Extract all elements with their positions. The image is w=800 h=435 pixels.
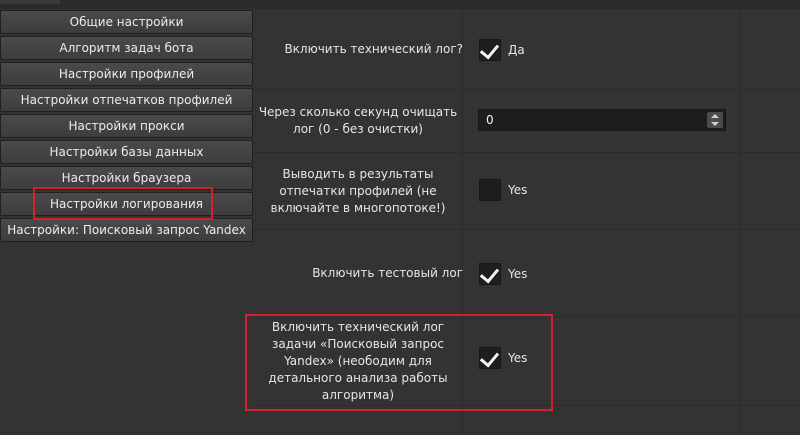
check-icon [479,39,500,60]
highlight-box-task-tech-log [245,314,553,411]
stepper-arrows[interactable] [707,112,723,128]
stepper-value: 0 [486,113,494,127]
chevron-up-icon[interactable] [711,114,719,118]
setting-row-fingerprints: Выводить в результаты отпечатки профилей… [253,153,800,230]
sidebar-item-general[interactable]: Общие настройки [0,10,253,34]
setting-row-test-log: Включить тестовый лог Yes [253,230,800,317]
sidebar-item-bot-algorithm[interactable]: Алгоритм задач бота [0,36,253,60]
sidebar-item-proxy[interactable]: Настройки прокси [0,114,253,138]
fingerprints-checkbox[interactable] [479,179,501,201]
highlight-box-logging [33,187,213,220]
tech-log-checkbox[interactable] [479,39,501,61]
check-icon [479,263,500,284]
checkbox-value-label: Yes [508,183,528,197]
chevron-down-icon[interactable] [711,122,719,126]
setting-label: Выводить в результаты отпечатки профилей… [270,166,446,215]
checkbox-value-label: Да [508,43,525,57]
checkbox-value-label: Yes [508,267,528,281]
test-log-checkbox[interactable] [479,263,501,285]
sidebar-item-yandex-search[interactable]: Настройки: Поисковый запрос Yandex [0,218,253,242]
sidebar-item-fingerprints[interactable]: Настройки отпечатков профилей [0,88,253,112]
setting-row-tech-log: Включить технический лог? Да [253,9,800,90]
sidebar-item-profiles[interactable]: Настройки профилей [0,62,253,86]
sidebar-item-database[interactable]: Настройки базы данных [0,140,253,164]
title-fragment [0,0,60,4]
setting-label: Включить технический лог? [284,41,463,56]
setting-label: Через сколько секунд очищать лог (0 - бе… [258,105,458,136]
setting-label: Включить тестовый лог [312,265,463,280]
clear-log-seconds-stepper[interactable]: 0 [478,109,726,131]
window-top-strip [0,0,800,9]
